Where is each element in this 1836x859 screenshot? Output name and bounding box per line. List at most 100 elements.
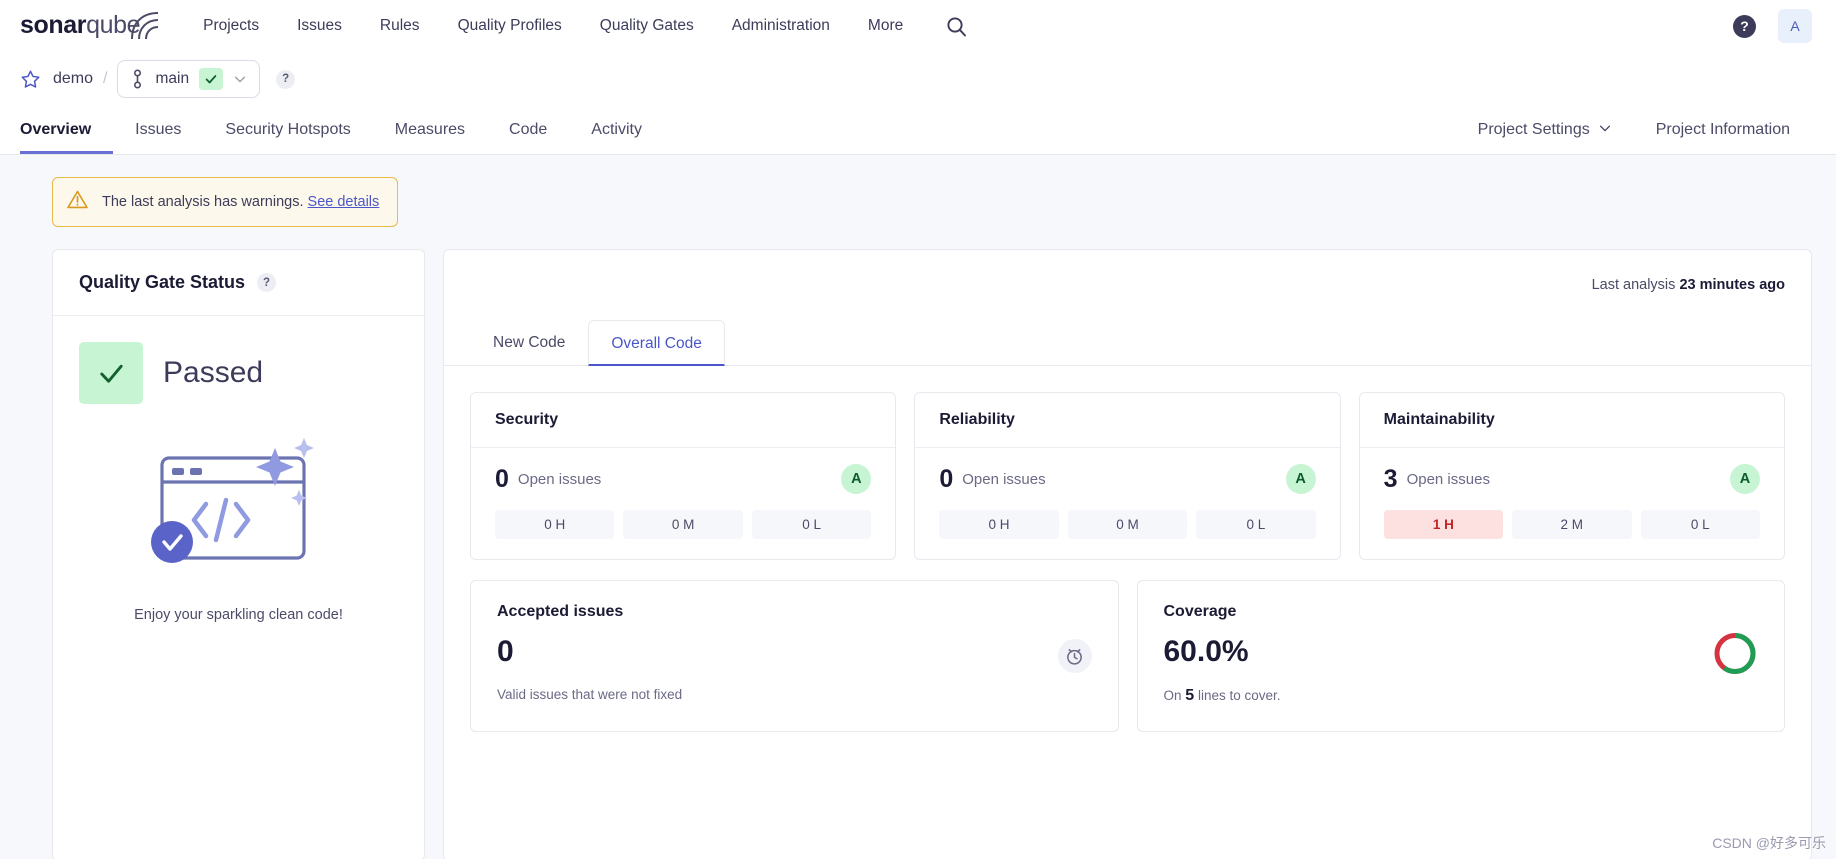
branch-help-icon[interactable]: ? [276,69,296,89]
chevron-down-icon[interactable] [233,72,247,86]
tab-project-settings[interactable]: Project Settings [1478,106,1634,154]
tab-security-hotspots[interactable]: Security Hotspots [203,106,372,154]
severity-chip-high[interactable]: 1 H [1383,510,1504,539]
code-scope-tabs: New Code Overall Code [444,320,1811,366]
accepted-issues-value[interactable]: 0 [497,635,1092,669]
tab-measures[interactable]: Measures [373,106,487,154]
page-body: The last analysis has warnings. See deta… [0,155,1836,859]
search-icon[interactable] [942,12,970,40]
metric-card-maintainability-count-label: Open issues [1406,470,1490,488]
branch-selector[interactable]: main [117,60,261,98]
branch-icon [130,69,145,89]
severity-chip-high[interactable]: 0 H [939,510,1059,539]
project-name[interactable]: demo [53,70,93,88]
last-analysis-text: Last analysis 23 minutes ago [1592,277,1785,293]
metric-card-reliability-count-row: 0 Open issues A [939,464,1316,494]
watermark: CSDN @好多可乐 [1712,835,1826,851]
severity-chip-medium[interactable]: 2 M [1512,510,1632,539]
coverage-subtitle: On 5 lines to cover. [1164,687,1759,705]
tab-issues[interactable]: Issues [113,106,203,154]
nav-item-issues[interactable]: Issues [278,0,361,52]
coverage-lines-to-cover[interactable]: 5 [1185,687,1194,704]
coverage-title: Coverage [1163,603,1237,620]
metric-card-reliability-title: Reliability [915,393,1340,448]
breadcrumb: demo / main ? [20,52,1812,106]
breadcrumb-separator: / [103,70,108,87]
coverage-donut-wrap [1712,631,1758,682]
sonarqube-logo[interactable]: sonarqube [20,9,159,43]
metric-card-security-count-label: Open issues [517,470,602,488]
star-icon[interactable] [20,69,41,90]
severity-chip-low[interactable]: 0 L [1196,510,1316,539]
analysis-warning-banner: The last analysis has warnings. See deta… [52,177,399,227]
metric-card-maintainability-title: Maintainability [1359,393,1784,448]
quality-gate-body: Passed Enjoy your sparkling clean code! [53,316,424,623]
last-analysis-value: 23 minutes ago [1679,277,1785,293]
check-icon [199,68,224,90]
check-icon [79,342,143,404]
metric-card-reliability-count[interactable]: 0 [939,465,953,494]
metric-card-security-chips: 0 H 0 M 0 L [495,510,872,539]
project-header: demo / main ? Overview Issues Security H… [0,52,1836,154]
metric-card-maintainability-count-row: 3 Open issues A [1384,464,1760,494]
metric-card-maintainability-chips: 1 H 2 M 0 L [1383,510,1760,539]
accepted-issues-subtitle: Valid issues that were not fixed [497,687,683,702]
metric-card-security: Security 0 Open issues A 0 H 0 M 0 L [470,392,897,560]
tab-activity[interactable]: Activity [569,106,664,154]
tab-overview[interactable]: Overview [20,106,114,154]
quality-gate-card: Quality Gate Status ? Passed Enjoy your … [52,249,425,859]
logo-text-bold: sonar [20,11,87,39]
last-analysis-prefix: Last analysis [1591,277,1676,293]
accepted-issues-icon-wrap [1057,639,1092,673]
metric-card-security-count-row: 0 Open issues A [495,464,872,494]
see-details-link[interactable]: See details [308,194,380,210]
accepted-issues-card: Accepted issues 0 Valid issues that were… [470,580,1119,732]
overview-main-card: Last analysis 23 minutes ago New Code Ov… [443,249,1812,859]
clock-icon [1057,639,1092,673]
coverage-donut-icon [1714,633,1756,674]
metric-card-security-count[interactable]: 0 [495,465,509,494]
coverage-value[interactable]: 60.0% [1164,635,1759,669]
severity-chip-low[interactable]: 0 L [1640,510,1760,539]
metric-card-maintainability-count[interactable]: 3 [1384,465,1398,494]
quality-gate-help-icon[interactable]: ? [257,273,277,292]
metric-card-maintainability-body: 3 Open issues A 1 H 2 M 0 L [1360,448,1784,559]
quality-gate-caption: Enjoy your sparkling clean code! [134,607,343,623]
chevron-down-icon [1598,121,1612,140]
nav-item-rules[interactable]: Rules [361,0,439,52]
metric-card-security-title: Security [471,393,896,448]
help-icon[interactable]: ? [1733,14,1756,38]
metric-card-maintainability-rating: A [1729,464,1760,494]
severity-chip-medium[interactable]: 0 M [1067,510,1188,539]
avatar[interactable]: A [1778,9,1812,43]
accepted-issues-title: Accepted issues [497,603,624,620]
severity-chip-high[interactable]: 0 H [495,510,615,539]
coverage-card: Coverage 60.0% On 5 lines to cover. [1136,580,1785,732]
nav-item-quality-profiles[interactable]: Quality Profiles [439,0,581,52]
metric-cards-row: Security 0 Open issues A 0 H 0 M 0 L Rel… [470,392,1785,560]
branch-label: main [155,70,190,87]
quality-gate-title: Quality Gate Status [79,272,246,292]
metric-card-reliability-chips: 0 H 0 M 0 L [939,510,1316,539]
metric-card-reliability-rating: A [1285,464,1316,494]
nav-item-projects[interactable]: Projects [184,0,278,52]
tab-project-information[interactable]: Project Information [1634,106,1812,154]
wide-cards-row: Accepted issues 0 Valid issues that were… [470,580,1785,732]
metric-card-security-body: 0 Open issues A 0 H 0 M 0 L [471,448,895,559]
tab-new-code[interactable]: New Code [470,319,588,365]
tab-code[interactable]: Code [487,106,569,154]
quality-gate-status: Passed [79,342,398,404]
nav-item-administration[interactable]: Administration [713,0,849,52]
warning-banner-text: The last analysis has warnings. See deta… [102,194,379,210]
severity-chip-low[interactable]: 0 L [751,510,872,539]
metric-card-reliability-count-label: Open issues [962,470,1046,488]
tab-overall-code[interactable]: Overall Code [588,320,725,366]
metric-card-security-rating: A [841,464,872,494]
metric-card-reliability-body: 0 Open issues A 0 H 0 M 0 L [915,448,1339,559]
project-tabs-left: Overview Issues Security Hotspots Measur… [20,106,664,154]
severity-chip-medium[interactable]: 0 M [623,510,743,539]
top-nav-right-group: ? A [1733,9,1812,43]
nav-item-more[interactable]: More [849,0,922,52]
coverage-sub-suffix: lines to cover. [1197,688,1281,703]
nav-item-quality-gates[interactable]: Quality Gates [581,0,713,52]
